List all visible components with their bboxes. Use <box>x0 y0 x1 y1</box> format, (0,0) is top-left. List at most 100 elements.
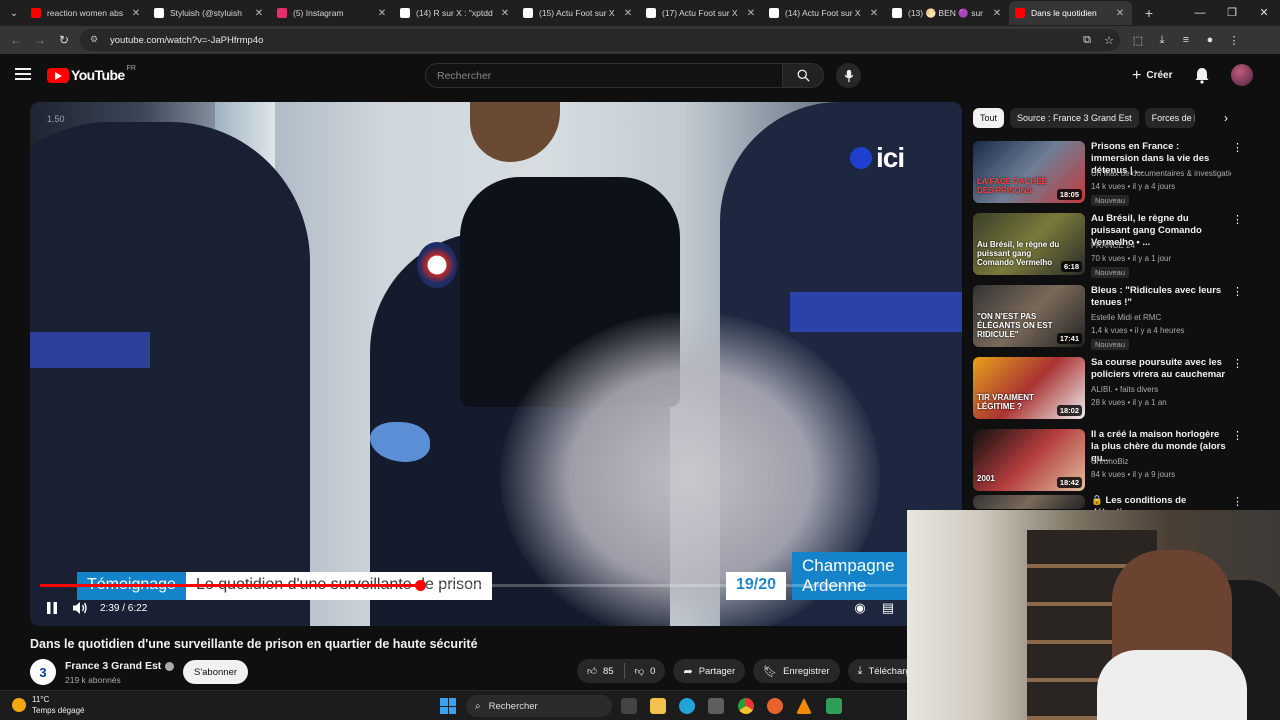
recommended-video-channel: FRANCE 24 <box>1091 241 1136 250</box>
share-button[interactable]: ➦ Partager <box>673 659 746 683</box>
new-badge: Nouveau <box>1091 339 1130 350</box>
filter-chip[interactable]: Tout <box>973 108 1005 128</box>
browser-tab[interactable]: reaction women abs ✕ <box>25 1 148 25</box>
browser-tab[interactable]: (13) 🌕 BEN 🟣 sur ✕ <box>886 1 1009 25</box>
app-icon[interactable] <box>826 698 842 714</box>
more-options-icon[interactable]: ⋮ <box>1232 357 1243 370</box>
dislike-button[interactable]: 👎︎ 0 <box>625 659 666 683</box>
browser-menu-icon[interactable]: ⋮ <box>1222 34 1246 47</box>
file-explorer-icon[interactable] <box>650 698 666 714</box>
browser-tab-title: Dans le quotidien <box>1031 8 1097 18</box>
search-input[interactable] <box>437 69 782 82</box>
close-tab-icon[interactable]: ✕ <box>130 8 142 19</box>
recommended-video[interactable]: LA FACE CACHÉE DES PRISONS 18:05 Prisons e… <box>973 141 1243 206</box>
browser-tab[interactable]: (14) R sur X : "xptdd ✕ <box>394 1 517 25</box>
close-window-button[interactable]: ✕ <box>1248 0 1280 26</box>
video-thumbnail[interactable] <box>973 495 1085 509</box>
create-button[interactable]: + Créer <box>1124 63 1180 88</box>
video-duration: 17:41 <box>1056 333 1082 344</box>
extensions-icon[interactable]: ⬚ <box>1126 34 1150 47</box>
task-view-icon[interactable] <box>621 698 637 714</box>
firefox-icon[interactable] <box>767 698 783 714</box>
bookmark-star-icon[interactable]: ☆ <box>1098 34 1120 47</box>
subscribe-button[interactable]: S'abonner <box>183 660 249 684</box>
save-button[interactable]: 🔖︎ Enregistrer <box>753 659 840 683</box>
recommended-video-meta: 28 k vues • il y a 1 an <box>1091 398 1167 407</box>
pause-button[interactable] <box>38 597 66 619</box>
video-thumbnail[interactable]: Au Brésil, le règne du puissant gang Com… <box>973 213 1085 275</box>
browser-tab[interactable]: Styluish (@styluish ✕ <box>148 1 271 25</box>
filter-chip[interactable]: Source : France 3 Grand Est <box>1010 108 1139 128</box>
download-button[interactable]: ⤓ Télécharger <box>847 659 916 683</box>
playback-speed-label: 1.50 <box>47 114 65 124</box>
site-info-icon[interactable]: ⚙ <box>90 34 102 46</box>
close-tab-icon[interactable]: ✕ <box>253 8 265 19</box>
reload-button[interactable]: ↻ <box>52 33 76 47</box>
tab-search-menu[interactable]: ⌄ <box>3 2 25 24</box>
recommended-video[interactable]: Au Brésil, le règne du puissant gang Com… <box>973 213 1243 278</box>
close-tab-icon[interactable]: ✕ <box>499 8 511 19</box>
close-tab-icon[interactable]: ✕ <box>376 8 388 19</box>
recommended-video-channel: Un Max de documentaires & investigatio..… <box>1091 169 1231 178</box>
maximize-button[interactable]: ❐ <box>1216 0 1248 26</box>
url-bar[interactable]: ⚙ youtube.com/watch?v=-JaPHfrmp4o ⧉ ☆ <box>80 29 1120 51</box>
taskbar-search[interactable]: ⌕ Rechercher <box>466 695 612 717</box>
new-badge: Nouveau <box>1091 267 1130 278</box>
chevron-right-icon[interactable]: › <box>1216 108 1236 128</box>
region-line-1: Champagne <box>802 556 895 575</box>
video-player[interactable]: 1.50 ici Témoignage Le quotidien d'une s… <box>30 102 962 626</box>
more-options-icon[interactable]: ⋮ <box>1232 495 1243 508</box>
windows-start-icon[interactable] <box>440 698 456 714</box>
browser-tab[interactable]: (5) Instagram ✕ <box>271 1 394 25</box>
browser-tab[interactable]: (17) Actu Foot sur X ✕ <box>640 1 763 25</box>
video-thumbnail[interactable]: "ON N'EST PAS ÉLÉGANTS ON EST RIDICULE" 1… <box>973 285 1085 347</box>
subtitles-button[interactable]: ▤ <box>874 597 902 619</box>
volume-button[interactable] <box>66 597 94 619</box>
chrome-icon[interactable] <box>738 698 754 714</box>
browser-tab[interactable]: (15) Actu Foot sur X ✕ <box>517 1 640 25</box>
more-options-icon[interactable]: ⋮ <box>1232 213 1243 226</box>
video-thumbnail[interactable]: 2001 18:42 <box>973 429 1085 491</box>
channel-name-link[interactable]: France 3 Grand Est <box>65 660 175 672</box>
profile-icon[interactable]: ● <box>1198 34 1222 47</box>
more-options-icon[interactable]: ⋮ <box>1232 429 1243 442</box>
close-tab-icon[interactable]: ✕ <box>622 8 634 19</box>
account-avatar[interactable] <box>1231 64 1253 86</box>
close-tab-icon[interactable]: ✕ <box>991 8 1003 19</box>
edge-icon[interactable] <box>679 698 695 714</box>
close-tab-icon[interactable]: ✕ <box>868 8 880 19</box>
more-options-icon[interactable]: ⋮ <box>1232 285 1243 298</box>
notifications-bell-icon[interactable] <box>1194 67 1210 84</box>
browser-tab[interactable]: (14) Actu Foot sur X ✕ <box>763 1 886 25</box>
browser-tab[interactable]: Dans le quotidien ✕ <box>1009 1 1132 25</box>
thumbnail-caption: TIR VRAIMENT LÉGITIME ? <box>977 393 1034 411</box>
minimize-button[interactable]: — <box>1184 0 1216 26</box>
forward-button[interactable]: → <box>28 33 52 47</box>
video-thumbnail[interactable]: TIR VRAIMENT LÉGITIME ? 18:02 <box>973 357 1085 419</box>
store-icon[interactable] <box>708 698 724 714</box>
autoplay-toggle[interactable]: ◉ <box>846 597 874 619</box>
recommended-video[interactable]: 🔒 Les conditions de détention⋮ <box>973 495 1243 518</box>
voice-search-button[interactable] <box>836 63 861 88</box>
search-button[interactable] <box>782 63 824 88</box>
back-button[interactable]: ← <box>4 33 28 47</box>
filter-chip[interactable]: Forces de l <box>1144 108 1195 128</box>
recommended-video[interactable]: 2001 18:42 Il a créé la maison horlogère l… <box>973 429 1243 493</box>
new-tab-button[interactable]: + <box>1138 5 1160 21</box>
vlc-icon[interactable] <box>796 698 812 714</box>
video-thumbnail[interactable]: LA FACE CACHÉE DES PRISONS 18:05 <box>973 141 1085 203</box>
like-button[interactable]: 👍︎ 85 <box>577 659 624 683</box>
recommended-video[interactable]: "ON N'EST PAS ÉLÉGANTS ON EST RIDICULE" 1… <box>973 285 1243 350</box>
open-in-app-icon[interactable]: ⧉ <box>1076 34 1098 47</box>
downloads-icon[interactable]: ⤓ <box>1150 34 1174 47</box>
media-control-icon[interactable]: ≡ <box>1174 34 1198 47</box>
weather-widget[interactable]: 11°C Temps dégagé <box>12 694 84 716</box>
menu-icon[interactable] <box>15 68 31 80</box>
progress-bar[interactable] <box>40 580 950 591</box>
channel-avatar[interactable]: 3 <box>30 659 56 685</box>
youtube-logo[interactable]: YouTube FR <box>47 65 136 83</box>
close-tab-icon[interactable]: ✕ <box>745 8 757 19</box>
more-options-icon[interactable]: ⋮ <box>1232 141 1243 154</box>
close-tab-icon[interactable]: ✕ <box>1114 8 1126 19</box>
recommended-video[interactable]: TIR VRAIMENT LÉGITIME ? 18:02 Sa course po… <box>973 357 1243 421</box>
